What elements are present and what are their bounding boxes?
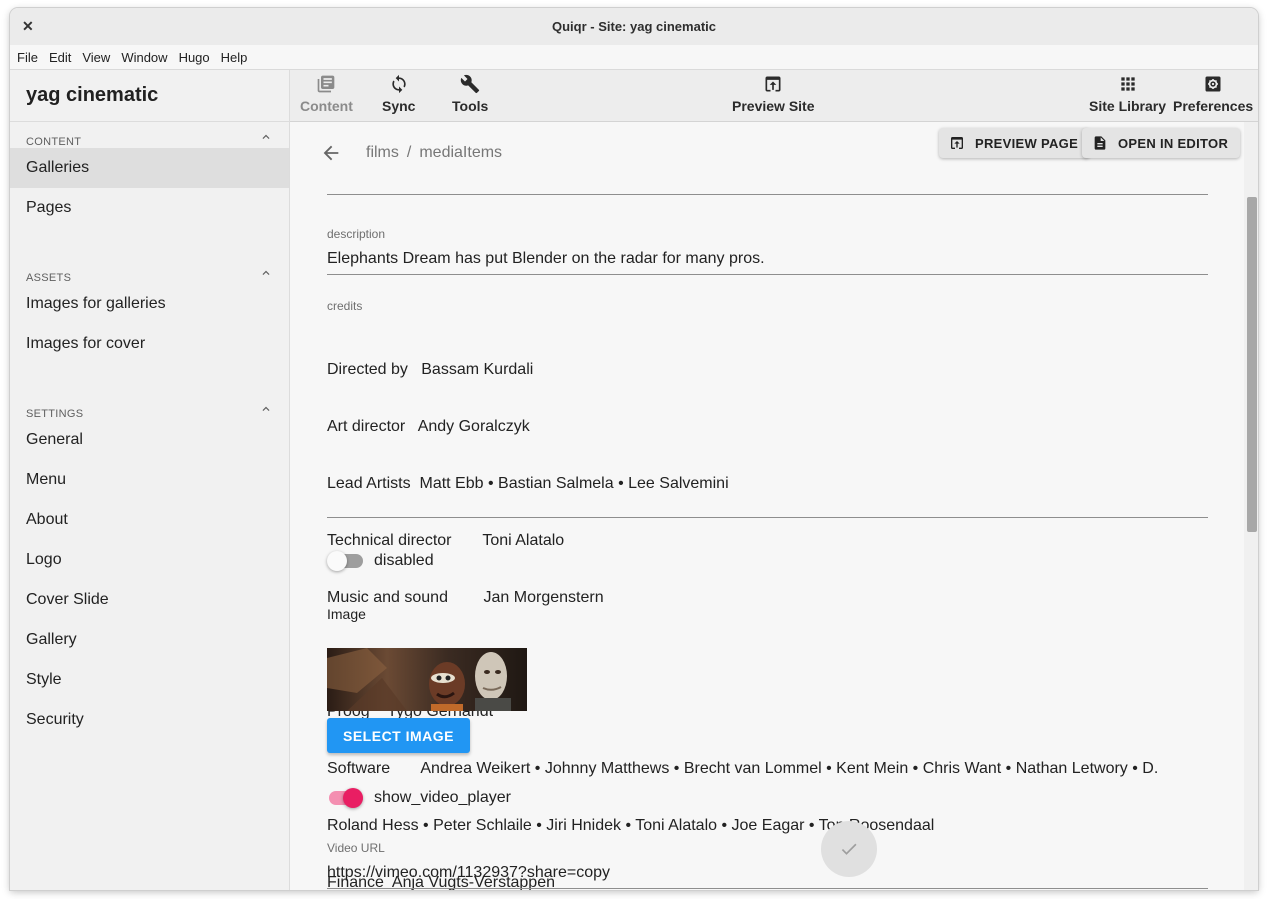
show-video-player-label: show_video_player xyxy=(374,789,511,806)
disabled-toggle[interactable] xyxy=(327,549,363,571)
top-toolbar: Content Sync Tools Preview Site Site Lib… xyxy=(290,70,1258,122)
credits-line: Directed by Bassam Kurdali xyxy=(327,361,534,378)
section-header-label: ASSETS xyxy=(26,272,72,284)
content-icon xyxy=(318,75,335,93)
sidebar-item-menu[interactable]: Menu xyxy=(10,460,289,500)
credits-line: Art director Andy Goralczyk xyxy=(327,418,530,435)
app-window: ✕ Quiqr - Site: yag cinematic File Edit … xyxy=(10,8,1258,890)
site-library-label: Site Library xyxy=(1089,98,1167,114)
sidebar-item-security[interactable]: Security xyxy=(10,700,289,740)
site-library-button[interactable]: Site Library xyxy=(1089,74,1166,114)
window-title: Quiqr - Site: yag cinematic xyxy=(552,19,716,34)
image-label: Image xyxy=(327,606,366,622)
preferences-button[interactable]: Preferences xyxy=(1173,74,1253,114)
field-underline xyxy=(327,194,1208,195)
content-button[interactable]: Content xyxy=(300,74,353,114)
main-scrollbar[interactable] xyxy=(1244,122,1258,890)
main-panel: films / mediaItems PREVIEW PAGE OPEN IN … xyxy=(290,122,1258,890)
sidebar-item-gallery[interactable]: Gallery xyxy=(10,620,289,660)
sidebar: yag cinematic CONTENT Galleries Pages AS… xyxy=(10,70,290,890)
sidebar-item-images-for-cover[interactable]: Images for cover xyxy=(10,324,289,364)
menu-hugo[interactable]: Hugo xyxy=(179,50,210,65)
section-header-label: SETTINGS xyxy=(26,408,84,420)
site-library-icon xyxy=(1120,77,1135,91)
preview-site-icon xyxy=(765,76,781,92)
video-url-label: Video URL xyxy=(327,841,385,855)
site-name: yag cinematic xyxy=(10,70,289,122)
sync-button[interactable]: Sync xyxy=(382,74,415,114)
preferences-label: Preferences xyxy=(1173,98,1254,114)
menu-edit[interactable]: Edit xyxy=(49,50,71,65)
section-header-settings[interactable]: SETTINGS xyxy=(10,394,289,420)
menu-window[interactable]: Window xyxy=(121,50,167,65)
menu-view[interactable]: View xyxy=(82,50,110,65)
preferences-icon xyxy=(1205,76,1221,92)
sidebar-item-cover-slide[interactable]: Cover Slide xyxy=(10,580,289,620)
section-header-label: CONTENT xyxy=(26,136,82,148)
sidebar-item-galleries[interactable]: Galleries xyxy=(10,148,289,188)
credits-line: Roland Hess • Peter Schlaile • Jiri Hnid… xyxy=(327,817,935,834)
show-video-player-toggle[interactable] xyxy=(327,786,363,808)
credits-line: Lead Artists Matt Ebb • Bastian Salmela … xyxy=(327,475,729,492)
scrollbar-thumb[interactable] xyxy=(1247,197,1257,532)
section-header-assets[interactable]: ASSETS xyxy=(10,258,289,284)
description-label: description xyxy=(327,227,386,241)
title-bar: ✕ Quiqr - Site: yag cinematic xyxy=(10,8,1258,45)
sidebar-item-general[interactable]: General xyxy=(10,420,289,460)
menu-bar: File Edit View Window Hugo Help xyxy=(10,45,1258,70)
preview-site-button[interactable]: Preview Site xyxy=(732,74,815,114)
menu-file[interactable]: File xyxy=(17,50,38,65)
field-underline xyxy=(327,517,1208,518)
image-thumbnail xyxy=(327,648,527,711)
field-underline xyxy=(327,274,1208,275)
sync-label: Sync xyxy=(382,98,416,114)
description-input[interactable]: Elephants Dream has put Blender on the r… xyxy=(327,250,765,268)
edit-form: description Elephants Dream has put Blen… xyxy=(312,122,1224,890)
section-header-content[interactable]: CONTENT xyxy=(10,122,289,148)
field-underline xyxy=(327,888,1208,889)
chevron-up-icon[interactable] xyxy=(259,402,273,416)
credits-line: Software Andrea Weikert • Johnny Matthew… xyxy=(327,760,1159,777)
sidebar-item-pages[interactable]: Pages xyxy=(10,188,289,228)
credits-line: Music and sound Jan Morgenstern xyxy=(327,589,604,606)
content-label: Content xyxy=(300,98,353,114)
check-icon xyxy=(841,843,857,855)
sidebar-item-images-for-galleries[interactable]: Images for galleries xyxy=(10,284,289,324)
sidebar-item-logo[interactable]: Logo xyxy=(10,540,289,580)
credits-line: Technical director Toni Alatalo xyxy=(327,532,565,549)
tools-button[interactable]: Tools xyxy=(452,74,488,114)
chevron-up-icon[interactable] xyxy=(259,130,273,144)
sidebar-item-about[interactable]: About xyxy=(10,500,289,540)
disabled-label: disabled xyxy=(374,552,434,569)
sync-icon xyxy=(392,74,406,94)
select-image-button[interactable]: SELECT IMAGE xyxy=(327,718,471,753)
preview-site-label: Preview Site xyxy=(732,98,815,114)
sidebar-item-style[interactable]: Style xyxy=(10,660,289,700)
chevron-up-icon[interactable] xyxy=(259,266,273,280)
save-fab-button[interactable] xyxy=(821,821,877,877)
close-icon[interactable]: ✕ xyxy=(22,18,34,35)
tools-icon xyxy=(460,74,480,94)
tools-label: Tools xyxy=(452,98,489,114)
credits-label: credits xyxy=(327,299,363,313)
video-url-input[interactable]: https://vimeo.com/1132937?share=copy xyxy=(327,864,610,882)
menu-help[interactable]: Help xyxy=(221,50,248,65)
